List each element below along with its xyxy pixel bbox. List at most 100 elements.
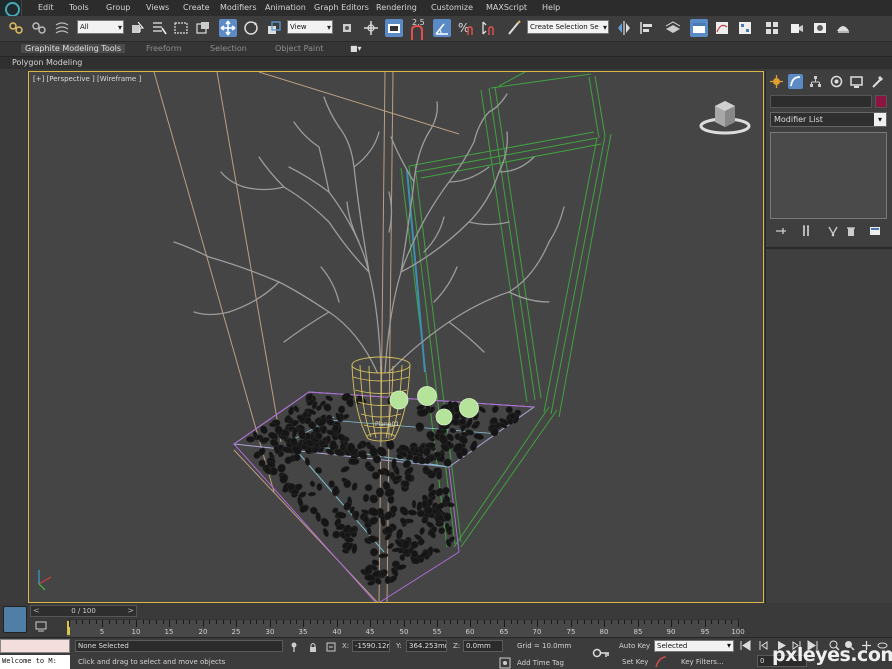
isolate-selection-icon[interactable] [288, 641, 300, 653]
menu-views[interactable]: Views [146, 3, 169, 12]
lock-icon[interactable] [307, 641, 319, 653]
tab-selection[interactable]: Selection [210, 44, 247, 53]
perspective-viewport[interactable]: [+] [Perspective ] [Wireframe ] Plane01 [28, 71, 764, 603]
absolute-mode-icon[interactable] [325, 641, 337, 653]
maxscript-listener-field[interactable] [0, 639, 70, 653]
motion-panel-icon[interactable] [829, 74, 844, 89]
ruler-tick [236, 620, 237, 627]
create-panel-icon[interactable] [769, 74, 784, 89]
bind-space-warp-icon[interactable] [53, 19, 71, 37]
track-bar-ruler[interactable]: 5 10 15 20 25 30 35 40 45 50 55 60 65 70 75 80 85 90 95 100 [67, 619, 745, 637]
menu-tools[interactable]: Tools [69, 3, 89, 12]
key-filters-button[interactable]: Key Filters... [681, 658, 724, 666]
angle-snap-icon[interactable] [433, 19, 451, 37]
mini-listener-button[interactable] [3, 606, 27, 633]
tab-object-paint[interactable]: Object Paint [275, 44, 323, 53]
key-icon[interactable] [592, 646, 610, 660]
utilities-panel-icon[interactable] [870, 74, 885, 89]
go-to-start-icon[interactable] [740, 640, 751, 651]
select-and-move-icon[interactable] [219, 19, 237, 37]
unlink-icon[interactable] [30, 19, 48, 37]
key-mode-dropdown[interactable]: Selected [654, 640, 734, 652]
ribbon-options-icon[interactable]: ■▾ [350, 44, 362, 53]
rendered-frame-window-icon[interactable] [811, 19, 829, 37]
viewcube-icon[interactable] [697, 94, 753, 136]
menu-modifiers[interactable]: Modifiers [220, 3, 257, 12]
display-panel-icon[interactable] [849, 74, 864, 89]
z-coordinate-field[interactable]: 0.0mm [463, 640, 503, 652]
menu-edit[interactable]: Edit [38, 3, 54, 12]
mirror-icon[interactable] [615, 19, 633, 37]
ruler-tick [89, 620, 90, 624]
y-coordinate-field[interactable]: 364.253mm [406, 640, 447, 652]
modifier-stack[interactable] [770, 132, 887, 219]
menu-help[interactable]: Help [542, 3, 560, 12]
track-bar-toggle-icon[interactable] [35, 620, 47, 632]
default-in-out-tangent-icon[interactable] [655, 656, 667, 668]
set-key-button[interactable]: Set Key [622, 658, 648, 666]
make-unique-icon[interactable] [827, 225, 839, 237]
auto-key-button[interactable]: Auto Key [619, 642, 650, 650]
select-manipulate-icon[interactable] [362, 19, 380, 37]
select-and-scale-icon[interactable] [265, 19, 283, 37]
time-tag-icon[interactable] [499, 657, 511, 669]
polygon-modeling-label[interactable]: Polygon Modeling [12, 58, 82, 67]
object-name-field[interactable] [770, 95, 872, 108]
configure-modifier-sets-icon[interactable] [869, 225, 881, 237]
curve-editor-icon[interactable] [713, 19, 731, 37]
align-icon[interactable] [638, 19, 656, 37]
percent-snap-icon[interactable]: % [456, 19, 474, 37]
tab-freeform[interactable]: Freeform [146, 44, 182, 53]
menu-rendering[interactable]: Rendering [376, 3, 417, 12]
menu-create[interactable]: Create [183, 3, 210, 12]
chevron-down-icon[interactable]: ▾ [874, 113, 886, 126]
pin-stack-icon[interactable] [775, 225, 787, 237]
named-selection-dropdown[interactable]: Create Selection Se [527, 20, 609, 34]
reference-coordinate-dropdown[interactable]: View [287, 20, 333, 34]
menu-group[interactable]: Group [106, 3, 130, 12]
time-slider[interactable]: < 0 / 100 > [30, 605, 137, 617]
object-color-swatch[interactable] [875, 95, 887, 108]
menu-maxscript[interactable]: MAXScript [486, 3, 527, 12]
remove-modifier-icon[interactable] [845, 225, 857, 237]
material-editor-icon[interactable] [763, 19, 781, 37]
welcome-text[interactable]: Welcome to M: [0, 655, 70, 669]
select-and-rotate-icon[interactable] [242, 19, 260, 37]
show-end-result-icon[interactable] [800, 225, 812, 237]
scene-canvas[interactable]: Plane01 [29, 72, 764, 603]
link-icon[interactable] [7, 19, 25, 37]
selection-filter-dropdown[interactable]: All [77, 20, 124, 34]
window-crossing-icon[interactable] [194, 19, 212, 37]
rect-region-icon[interactable] [172, 19, 190, 37]
time-slider-prev-icon[interactable]: < [33, 606, 40, 616]
spinner-snap-icon[interactable] [479, 19, 497, 37]
select-by-name-icon[interactable] [150, 19, 168, 37]
tab-graphite-modeling-tools[interactable]: Graphite Modeling Tools [21, 44, 126, 53]
edit-named-selection-icon[interactable] [505, 19, 523, 37]
modify-panel-icon[interactable] [788, 74, 803, 89]
snap-toggle-icon[interactable] [408, 24, 423, 40]
app-logo-icon[interactable] [0, 0, 22, 17]
hierarchy-panel-icon[interactable] [808, 74, 823, 89]
menu-animation[interactable]: Animation [265, 3, 306, 12]
schematic-view-icon[interactable] [736, 19, 754, 37]
viewport-label[interactable]: [+] [Perspective ] [Wireframe ] [33, 75, 141, 83]
pebble [328, 480, 335, 488]
add-time-tag[interactable]: Add Time Tag [517, 659, 564, 667]
x-coordinate-field[interactable]: -1590.12m [352, 640, 390, 652]
time-slider-next-icon[interactable]: > [127, 606, 134, 616]
select-object-icon[interactable] [128, 19, 146, 37]
graphite-toggle-icon[interactable] [690, 19, 708, 37]
menu-customize[interactable]: Customize [431, 3, 473, 12]
layer-manager-icon[interactable] [664, 19, 682, 37]
previous-frame-icon[interactable] [758, 640, 769, 651]
pivot-center-icon[interactable] [338, 19, 356, 37]
menu-graph-editors[interactable]: Graph Editors [314, 3, 369, 12]
modifier-list-dropdown[interactable]: Modifier List ▾ [770, 112, 887, 127]
keyboard-shortcut-override-icon[interactable] [385, 19, 403, 37]
render-production-icon[interactable] [834, 19, 852, 37]
pebble [473, 433, 485, 440]
render-setup-icon[interactable] [788, 19, 806, 37]
ruler-tick [323, 620, 324, 624]
ruler-tick [76, 620, 77, 624]
